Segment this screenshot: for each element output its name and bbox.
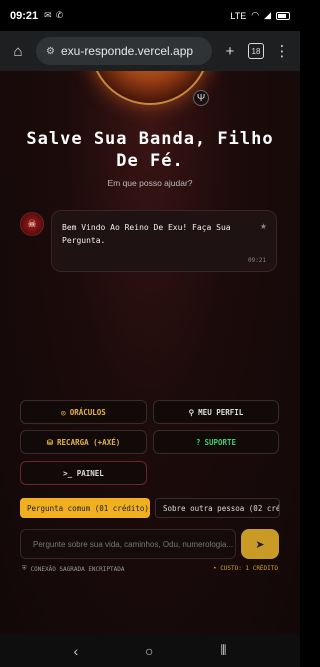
send-icon: ➤	[255, 538, 265, 551]
whatsapp-icon: ✆	[55, 10, 64, 20]
wifi-icon: ◠	[251, 10, 260, 20]
deity-emblem	[90, 71, 210, 105]
cost-note: • CUSTO: 1 CRÉDITO	[212, 565, 278, 572]
page-subtitle: Em que posso ajudar?	[107, 178, 193, 188]
status-bar: 09:21 ✉ ✆ LTE ◠ ◢	[0, 0, 300, 31]
star-icon[interactable]: ★	[260, 222, 267, 231]
question-type-other-label: Sobre outra pessoa (02 créditos)	[163, 503, 280, 513]
trident-icon: Ψ	[193, 90, 209, 106]
painel-label: >_ PAINEL	[63, 468, 104, 478]
shield-icon: ⛨	[22, 565, 27, 572]
chat-message-bubble: Bem Vindo Ao Reino De Exu! Faça Sua Perg…	[51, 210, 277, 272]
chat-message-text: Bem Vindo Ao Reino De Exu! Faça Sua Perg…	[62, 223, 231, 245]
question-type-common[interactable]: Pergunta comum (01 crédito)	[20, 498, 150, 518]
browser-toolbar: ⌂ ⚙ exu-responde.vercel.app + 18 ⋮	[0, 31, 300, 71]
new-tab-icon[interactable]: +	[220, 41, 240, 61]
recents-icon[interactable]: ⦀	[220, 642, 226, 659]
send-button[interactable]: ➤	[241, 529, 279, 559]
signal-icon: ◢	[264, 10, 271, 20]
meu-perfil-label: MEU PERFIL	[198, 407, 244, 417]
suporte-label: SUPORTE	[204, 437, 237, 447]
meu-perfil-button[interactable]: ⚲ MEU PERFIL	[153, 400, 279, 424]
secure-connection-label: CONEXÃO SAGRADA ENCRIPTADA	[30, 565, 125, 573]
address-bar[interactable]: ⚙ exu-responde.vercel.app	[36, 37, 212, 65]
url-text: exu-responde.vercel.app	[60, 44, 194, 58]
page-title: Salve Sua Banda, Filho De Fé.	[26, 129, 274, 171]
recarga-button[interactable]: ⛁ RECARGA (+AXÉ)	[20, 430, 147, 454]
battery-icon	[276, 11, 290, 20]
system-icons: LTE ◠ ◢	[230, 10, 290, 21]
notification-icons: ✉ ✆	[44, 10, 63, 21]
secure-connection-note: ⛨ CONEXÃO SAGRADA ENCRIPTADA	[22, 565, 124, 573]
home-icon[interactable]: ⌂	[8, 41, 28, 61]
compass-icon: ◎	[61, 407, 66, 417]
painel-button[interactable]: >_ PAINEL	[20, 461, 147, 485]
user-icon: ⚲	[188, 407, 195, 417]
status-time: 09:21	[10, 9, 39, 22]
question-type-other-person[interactable]: Sobre outra pessoa (02 créditos)	[155, 498, 280, 518]
more-menu-icon[interactable]: ⋮	[272, 41, 292, 61]
system-nav-bar: ‹ ○ ⦀	[0, 634, 300, 667]
chat-message-time: 09:21	[247, 257, 266, 264]
support-icon: ?	[195, 437, 201, 447]
tab-switcher-button[interactable]: 18	[248, 43, 264, 59]
bot-avatar: ☠	[20, 212, 44, 236]
question-input-placeholder: Pergunte sobre sua vida, caminhos, Odu, …	[33, 539, 234, 549]
question-type-common-label: Pergunta comum (01 crédito)	[27, 503, 149, 513]
oraculos-button[interactable]: ◎ ORÁCULOS	[20, 400, 147, 424]
coins-icon: ⛁	[46, 437, 54, 447]
question-input[interactable]: Pergunte sobre sua vida, caminhos, Odu, …	[20, 529, 236, 559]
oraculos-label: ORÁCULOS	[69, 407, 106, 417]
suporte-button[interactable]: ? SUPORTE	[153, 430, 279, 454]
home-circle-icon[interactable]: ○	[145, 643, 153, 659]
recarga-label: RECARGA (+AXÉ)	[57, 437, 121, 447]
message-icon: ✉	[44, 10, 52, 20]
app-page: Ψ Salve Sua Banda, Filho De Fé. Em que p…	[0, 71, 300, 634]
site-settings-icon[interactable]: ⚙	[46, 46, 55, 57]
back-icon[interactable]: ‹	[73, 643, 78, 659]
network-label: LTE	[230, 10, 247, 21]
